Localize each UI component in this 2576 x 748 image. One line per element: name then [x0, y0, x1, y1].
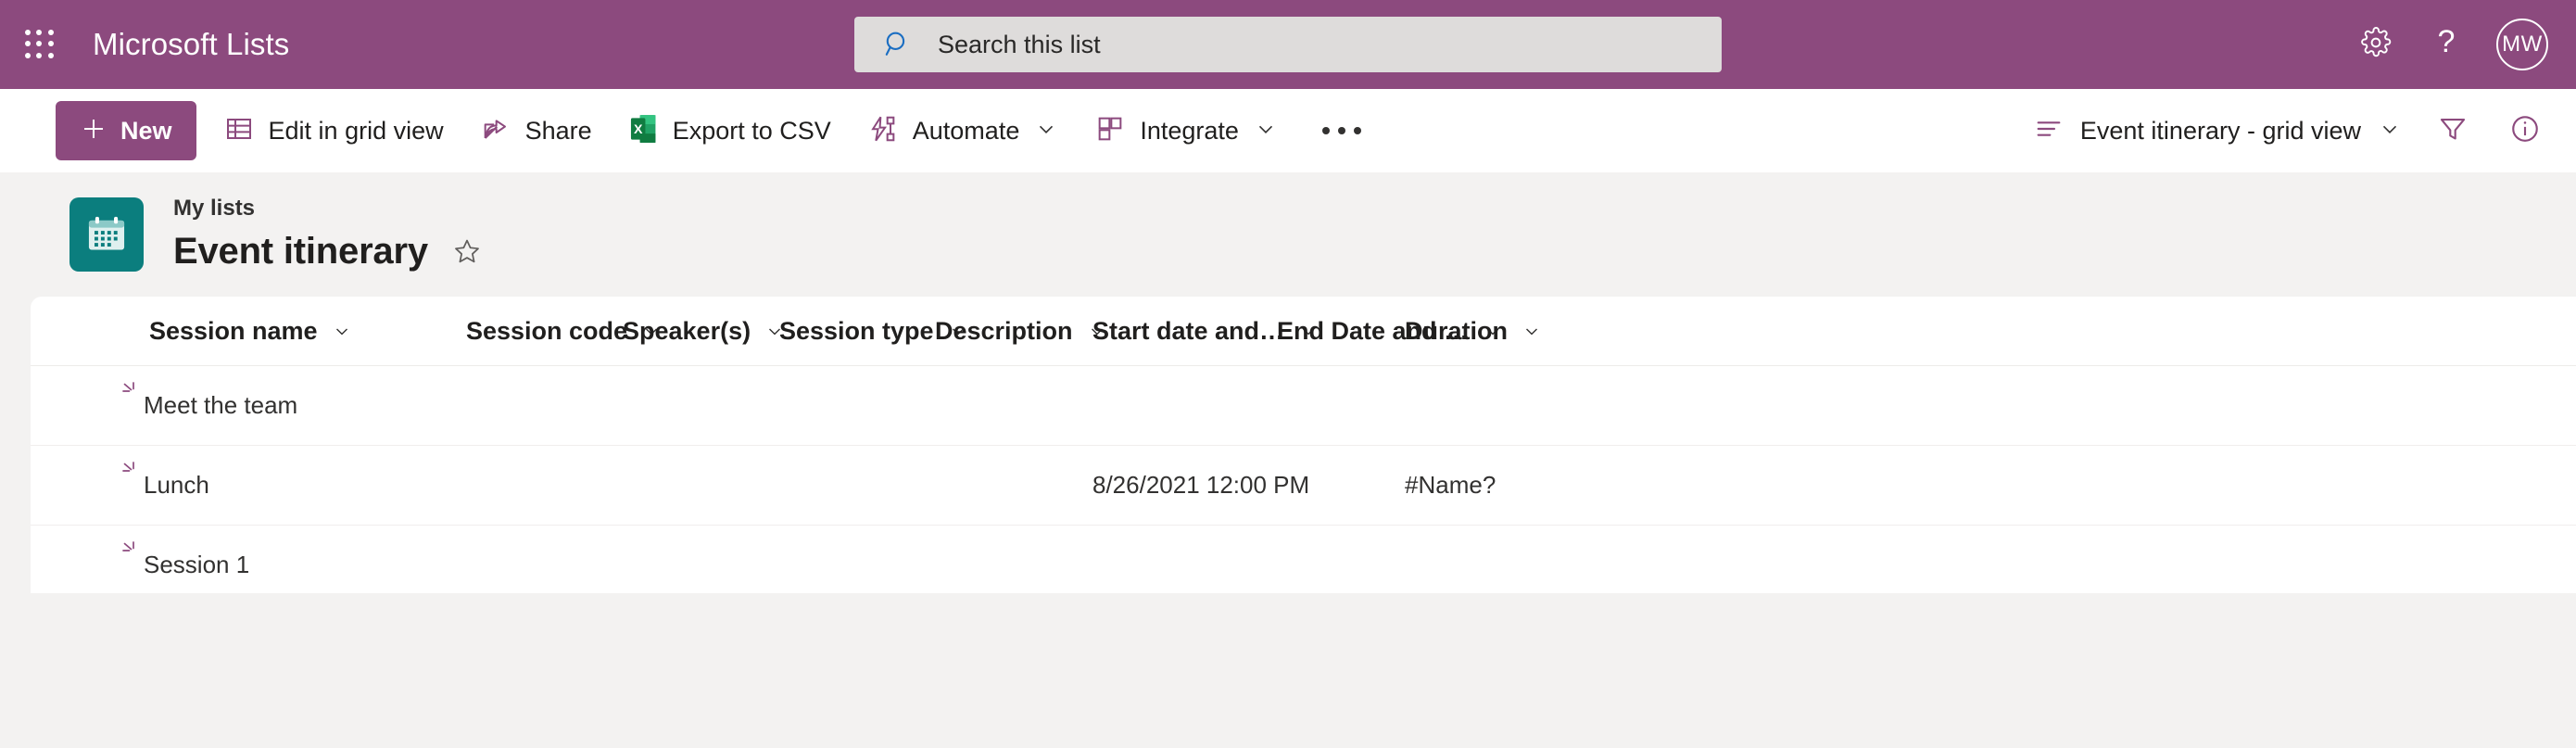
export-to-csv-button[interactable]: X Export to CSV: [611, 89, 850, 172]
column-label: Session name: [149, 316, 318, 345]
share-icon: [481, 114, 511, 148]
suite-actions: ? MW: [2341, 0, 2576, 89]
view-selector[interactable]: Event itinerary - grid view: [2019, 89, 2417, 172]
ellipsis-dot: [1321, 127, 1330, 134]
automate-icon: [868, 114, 898, 148]
session-name-text: Lunch: [144, 471, 209, 499]
svg-text:X: X: [634, 122, 643, 137]
brand-title[interactable]: Microsoft Lists: [93, 27, 289, 62]
edit-in-grid-view-label: Edit in grid view: [268, 116, 444, 145]
open-item-icon[interactable]: [120, 379, 142, 408]
open-item-icon[interactable]: [120, 539, 142, 567]
avatar[interactable]: MW: [2496, 19, 2548, 70]
app-launcher-button[interactable]: [0, 0, 80, 89]
favorite-star-icon[interactable]: [452, 236, 482, 266]
column-label: Speaker(s): [623, 316, 751, 345]
filter-icon: [2437, 113, 2469, 149]
grid-view-icon: [224, 114, 254, 148]
plus-icon: [80, 115, 107, 147]
command-bar: New Edit in grid view Share X Export to …: [0, 89, 2576, 172]
share-label: Share: [524, 116, 592, 145]
command-bar-right: Event itinerary - grid view: [2019, 89, 2561, 172]
edit-in-grid-view-button[interactable]: Edit in grid view: [206, 89, 462, 172]
search-placeholder: Search this list: [938, 30, 1101, 58]
table-row[interactable]: Session 1: [31, 526, 2576, 593]
column-label: Start date and…: [1092, 316, 1285, 345]
column-header-duration[interactable]: Duration: [1405, 297, 1543, 366]
new-button[interactable]: New: [56, 101, 196, 160]
column-header-speakers[interactable]: Speaker(s): [623, 297, 786, 366]
automate-button[interactable]: Automate: [850, 89, 1078, 172]
question-mark-icon: ?: [2431, 23, 2462, 66]
cell-start-date[interactable]: 8/26/2021 12:00 PM: [1092, 471, 1309, 500]
column-header-description[interactable]: Description: [935, 297, 1108, 366]
session-name-text: Meet the team: [144, 391, 298, 419]
new-button-label: New: [120, 116, 172, 145]
svg-text:?: ?: [2438, 24, 2456, 59]
table-header-row: Session name Session code Speaker(s) Ses…: [31, 297, 2576, 366]
list-title-row: Event itinerary: [173, 231, 482, 273]
help-button[interactable]: ?: [2411, 0, 2481, 89]
more-options-button[interactable]: [1296, 89, 1387, 172]
cell-session-name[interactable]: Lunch: [120, 462, 209, 500]
session-name-text: Session 1: [144, 551, 250, 578]
chevron-down-icon: [1034, 117, 1058, 146]
chevron-down-icon: [335, 328, 347, 336]
integrate-button[interactable]: Integrate: [1077, 89, 1296, 172]
view-name-label: Event itinerary - grid view: [2079, 116, 2361, 145]
list-table: Session name Session code Speaker(s) Ses…: [31, 297, 2576, 593]
ellipsis-dot: [1337, 127, 1345, 134]
chevron-down-icon: [2378, 117, 2402, 146]
integrate-label: Integrate: [1140, 116, 1239, 145]
search-input[interactable]: Search this list: [854, 17, 1722, 72]
waffle-icon: [25, 30, 55, 59]
column-label: Description: [935, 316, 1073, 345]
cell-session-name[interactable]: Meet the team: [120, 382, 298, 420]
info-icon: [2509, 113, 2541, 149]
column-label: Session code: [466, 316, 628, 345]
column-header-session-name[interactable]: Session name: [149, 297, 353, 366]
column-label: Duration: [1405, 316, 1508, 345]
list-header: My lists Event itinerary: [0, 172, 2576, 297]
filter-button[interactable]: [2417, 89, 2489, 172]
settings-button[interactable]: [2341, 0, 2411, 89]
page-title: Event itinerary: [173, 230, 428, 272]
gear-icon: [2360, 26, 2392, 63]
list-calendar-icon: [69, 197, 144, 272]
search-icon: [882, 29, 914, 60]
integrate-icon: [1095, 114, 1125, 148]
table-row[interactable]: Lunch 8/26/2021 12:00 PM #Name?: [31, 446, 2576, 526]
suite-header: Microsoft Lists Search this list ? MW: [0, 0, 2576, 89]
info-button[interactable]: [2489, 89, 2561, 172]
share-button[interactable]: Share: [462, 89, 611, 172]
table-row[interactable]: Meet the team: [31, 366, 2576, 446]
avatar-initials: MW: [2502, 32, 2543, 57]
excel-icon: X: [629, 113, 658, 149]
list-title-block: My lists Event itinerary: [173, 196, 482, 273]
cell-duration[interactable]: #Name?: [1405, 471, 1496, 500]
open-item-icon[interactable]: [120, 459, 142, 488]
automate-label: Automate: [912, 116, 1020, 145]
cell-session-name[interactable]: Session 1: [120, 541, 250, 579]
column-label: Session type: [779, 316, 934, 345]
export-to-csv-label: Export to CSV: [672, 116, 831, 145]
ellipsis-dot: [1353, 127, 1361, 134]
chevron-down-icon: [1526, 328, 1537, 336]
list-view-icon: [2034, 114, 2064, 148]
breadcrumb[interactable]: My lists: [173, 196, 482, 221]
chevron-down-icon: [1254, 117, 1278, 146]
